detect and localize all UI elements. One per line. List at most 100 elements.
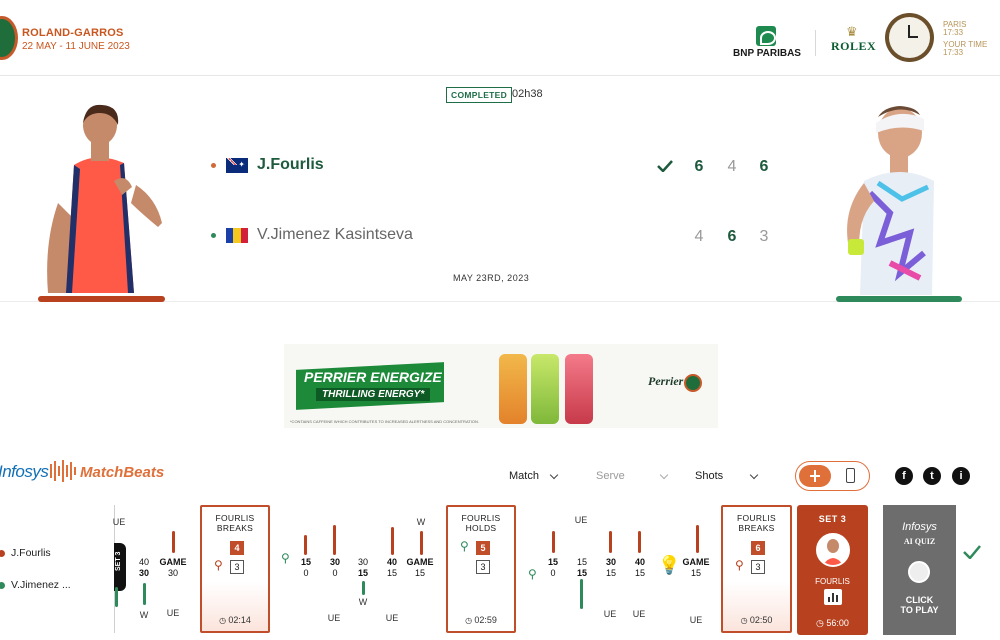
filter-shots-dropdown[interactable]: Shots [695, 470, 759, 482]
perrier-ad-banner[interactable]: PERRIER ENERGIZE THRILLING ENERGY* *CONT… [284, 344, 718, 428]
point-tick [638, 531, 641, 553]
roland-garros-logo[interactable] [0, 16, 18, 60]
twitter-icon[interactable]: t [923, 467, 941, 485]
match-duration: 02h38 [512, 88, 543, 100]
match-date: MAY 23RD, 2023 [453, 273, 530, 283]
ad-can-lime [531, 354, 559, 424]
player2-set2-score: 6 [727, 228, 737, 245]
legend-player2: V.Jimenez ... [11, 579, 71, 591]
clock-face [889, 17, 930, 58]
ad-fineprint: *CONTAINS CAFFEINE WHICH CONTRIBUTES TO … [290, 419, 479, 424]
player1-color-bar [38, 296, 165, 302]
player2-set1-score: 4 [694, 228, 704, 245]
quiz-title: AI QUIZ [903, 537, 936, 546]
rolex-label[interactable]: ROLEX [831, 39, 876, 54]
facebook-icon[interactable]: f [895, 467, 913, 485]
card-time: 02:59 [448, 615, 514, 625]
set3-summary-card[interactable]: SET 3 FOURLIS ◷ 56:00 [797, 505, 868, 635]
bnp-paribas-logo-icon[interactable] [756, 26, 776, 46]
fourlis-holds-card[interactable]: FOURLISHOLDS 5 ⚲ 3 02:59 [446, 505, 516, 633]
watch-icon [908, 561, 930, 583]
point-tick [333, 525, 336, 555]
view-toggle[interactable] [795, 461, 870, 491]
racket-icon: ⚲ [735, 558, 744, 572]
game-score: GAME 15 [406, 557, 434, 578]
ue-label: UE [166, 608, 180, 618]
card-title: FOURLIS BREAKS [215, 513, 255, 533]
point-score: 15 0 [547, 557, 558, 578]
chevron-down-icon [549, 470, 559, 479]
mobile-view-icon[interactable] [846, 468, 855, 483]
filter-serve-label: Serve [596, 470, 625, 482]
racket-icon: ⚲ [460, 539, 469, 553]
point-tick [362, 581, 365, 595]
rolex-clock[interactable] [885, 13, 934, 62]
legend-dot-player2 [0, 582, 5, 589]
matchbeats-logo: MatchBeats [80, 464, 165, 481]
fourlis-breaks-card-2[interactable]: FOURLISBREAKS 6 ⚲ 3 02:50 [721, 505, 792, 633]
w-label: W [416, 517, 426, 527]
player1-name[interactable]: J.Fourlis [257, 156, 324, 174]
filter-serve-dropdown[interactable]: Serve [596, 470, 668, 482]
player2-photo [820, 103, 940, 295]
event-title[interactable]: ROLAND-GARROS [22, 27, 124, 39]
ad-brand-logo: Perrier [648, 374, 684, 388]
player1-photo [36, 103, 166, 295]
racket-icon: ⚲ [214, 558, 223, 572]
match-end-check-icon [963, 545, 981, 559]
point-score: 15 15 [576, 557, 587, 578]
player2-set3-score: 3 [759, 228, 769, 245]
point-tick [696, 525, 699, 553]
header-divider [815, 30, 816, 56]
ai-quiz-card[interactable]: Infosys AI QUIZ CLICK TO PLAY [883, 505, 956, 635]
ad-subline: THRILLING ENERGY* [316, 388, 431, 401]
quiz-cta[interactable]: CLICK TO PLAY [883, 595, 956, 615]
matchbeats-logo-icon [50, 460, 78, 482]
chevron-down-icon [659, 470, 668, 479]
player2-row[interactable]: V.Jimenez Kasintseva [211, 226, 413, 244]
card-title: FOURLIS HOLDS [461, 513, 501, 533]
status-badge: COMPLETED [446, 87, 513, 103]
lightbulb-icon: 💡 [658, 555, 681, 575]
w-label: W [139, 610, 149, 620]
stats-chart-icon[interactable] [824, 589, 842, 605]
clock-paris-time: 17:33 [943, 28, 964, 37]
card-count: 4 [230, 541, 244, 555]
game-score: GAME 15 [682, 557, 710, 578]
point-tick [609, 531, 612, 553]
fourlis-breaks-card-1[interactable]: FOURLISBREAKS 4 ⚲ 3 02:14 [200, 505, 270, 633]
point-score: 15 0 [300, 557, 311, 578]
bnp-paribas-label[interactable]: BNP PARIBAS [733, 48, 801, 59]
filter-match-dropdown[interactable]: Match [509, 470, 559, 482]
player1-set2-score: 4 [727, 158, 737, 175]
point-tick [391, 527, 394, 555]
card-count: 6 [751, 541, 765, 555]
quiz-brand: Infosys [902, 521, 937, 533]
australia-flag-icon [226, 157, 248, 173]
player1-dot [211, 162, 216, 168]
point-score: 40 30 [138, 557, 149, 578]
legend-dot-player1 [0, 550, 5, 557]
set-tag: SET 3 [114, 543, 126, 591]
top-header: ROLAND-GARROS 22 MAY - 11 JUNE 2023 BNP … [0, 0, 1000, 76]
winner-check-icon [657, 160, 673, 172]
chevron-down-icon [749, 470, 759, 479]
timeline-view-icon[interactable] [799, 465, 831, 487]
point-tick [115, 587, 118, 607]
ue-label: UE [112, 517, 126, 527]
ad-can-orange [499, 354, 527, 424]
player1-row[interactable]: J.Fourlis [211, 156, 324, 174]
racket-icon: ⚲ [528, 567, 537, 581]
ue-label: UE [327, 613, 341, 623]
w-label: W [358, 597, 368, 607]
match-scoreboard: COMPLETED 02h38 ✦ J.Fourlis V.Jimenez Ka… [0, 77, 1000, 302]
ue-label: UE [689, 615, 703, 625]
point-tick [172, 531, 175, 553]
clock-your-time: 17:33 [943, 48, 964, 57]
point-tick [580, 579, 583, 609]
info-icon[interactable]: i [952, 467, 970, 485]
player2-name[interactable]: V.Jimenez Kasintseva [257, 226, 413, 244]
matchbeats-timeline[interactable]: SET 3 UE 40 30 W GAME 30 UE FOURLIS BREAKS … [113, 505, 874, 635]
ue-label: UE [574, 515, 588, 525]
card-count: 5 [476, 541, 490, 555]
